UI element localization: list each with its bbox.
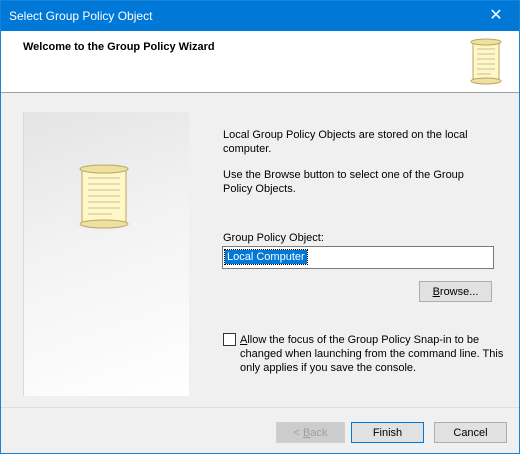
- dialog-window: Select Group Policy Object ✕ Welcome to …: [0, 0, 520, 454]
- info-text-storage: Local Group Policy Objects are stored on…: [223, 129, 468, 155]
- gpo-field[interactable]: Local Computer: [222, 246, 494, 269]
- footer-divider: [1, 407, 519, 408]
- cancel-button[interactable]: Cancel: [434, 422, 507, 443]
- finish-button[interactable]: Finish: [351, 422, 424, 443]
- close-icon[interactable]: ✕: [473, 1, 519, 31]
- browse-accel: B: [432, 286, 440, 298]
- page-title: Welcome to the Group Policy Wizard: [23, 41, 215, 53]
- back-prefix: <: [293, 427, 303, 439]
- window-title: Select Group Policy Object: [9, 9, 153, 23]
- allow-focus-label[interactable]: Allow the focus of the Group Policy Snap…: [240, 333, 505, 375]
- scroll-icon: [470, 38, 502, 85]
- back-button[interactable]: < Back: [276, 422, 345, 443]
- wizard-header: Welcome to the Group Policy Wizard: [1, 31, 519, 93]
- browse-label: rowse...: [439, 286, 479, 298]
- info-text-browse: Use the Browse button to select one of t…: [223, 169, 464, 195]
- browse-button[interactable]: Browse...: [419, 281, 492, 302]
- side-image-panel: [23, 112, 189, 396]
- allow-focus-checkbox[interactable]: [223, 333, 236, 346]
- gpo-label: Group Policy Object:: [223, 232, 324, 244]
- back-label: ack: [310, 427, 328, 439]
- allow-focus-text: llow the focus of the Group Policy Snap-…: [240, 334, 504, 374]
- title-bar: Select Group Policy Object ✕: [1, 1, 519, 31]
- scroll-icon: [79, 164, 129, 229]
- gpo-value: Local Computer: [224, 249, 308, 265]
